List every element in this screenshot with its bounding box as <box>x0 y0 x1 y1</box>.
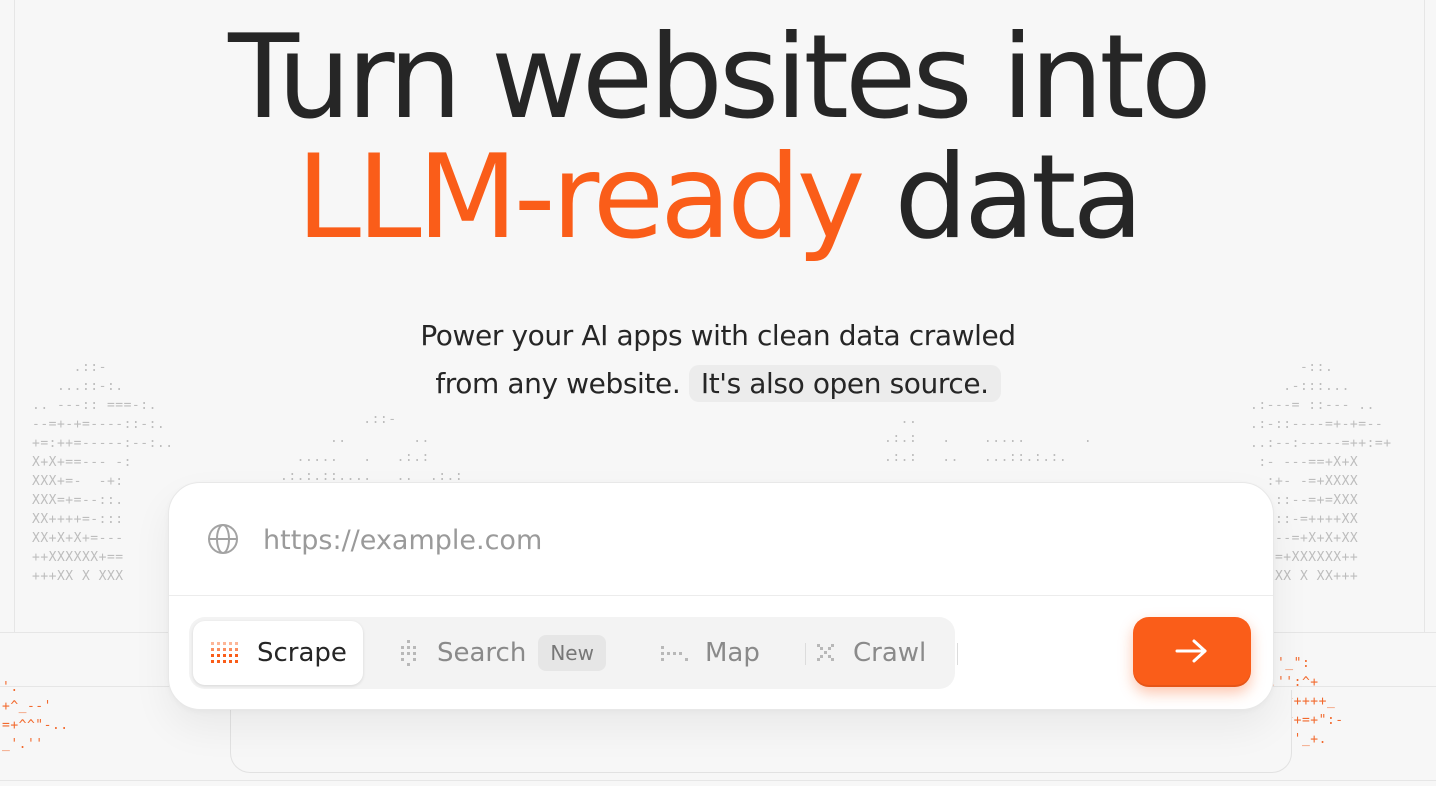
map-icon <box>661 646 688 661</box>
submit-button[interactable] <box>1133 617 1251 687</box>
tab-map-label: Map <box>705 638 760 668</box>
tab-scrape-label: Scrape <box>257 638 347 668</box>
new-badge: New <box>538 635 606 671</box>
tab-crawl-label: Crawl <box>853 638 927 668</box>
tab-search[interactable]: Search New <box>399 621 606 685</box>
divider <box>805 643 806 665</box>
frame-line-base <box>0 780 1436 781</box>
url-row <box>169 483 1273 596</box>
hero-title: Turn websites into LLM-ready data <box>0 18 1436 258</box>
tab-scrape[interactable]: Scrape <box>193 621 363 685</box>
hero-title-rest: data <box>894 130 1143 265</box>
divider <box>957 643 958 665</box>
hero-title-line1: Turn websites into <box>228 10 1212 145</box>
tab-search-label: Search <box>437 638 527 668</box>
tab-crawl[interactable]: Crawl <box>815 621 926 685</box>
url-input[interactable] <box>261 513 1165 567</box>
hero-subtitle: Power your AI apps with clean data crawl… <box>0 312 1436 408</box>
arrow-right-icon <box>1175 639 1207 662</box>
ascii-art-mid-left: .::- .. .. ..... . .:.: .:.:.::.... .. .… <box>280 412 464 484</box>
mode-selector: Scrape Search New Map Crawl <box>189 617 958 689</box>
hero-title-accent: LLM-ready <box>296 130 865 265</box>
hero-subtitle-line1: Power your AI apps with clean data crawl… <box>420 319 1016 352</box>
scrape-icon <box>211 642 238 663</box>
open-source-link[interactable]: It's also open source. <box>688 365 1001 402</box>
ascii-art-orange-left: '. +^_--' =+^^"-.. _'.'' <box>2 680 69 752</box>
crawl-icon <box>817 644 834 661</box>
scrape-input-card: Scrape Search New Map <box>168 482 1274 710</box>
hero-subtitle-line2: from any website. <box>435 367 681 400</box>
search-icon <box>401 640 416 666</box>
ascii-art-mid-right: .. .:.: . ..... . .:.: .. ...::.:.:. <box>884 412 1093 465</box>
globe-icon <box>208 524 238 554</box>
tab-map[interactable]: Map <box>659 621 760 685</box>
